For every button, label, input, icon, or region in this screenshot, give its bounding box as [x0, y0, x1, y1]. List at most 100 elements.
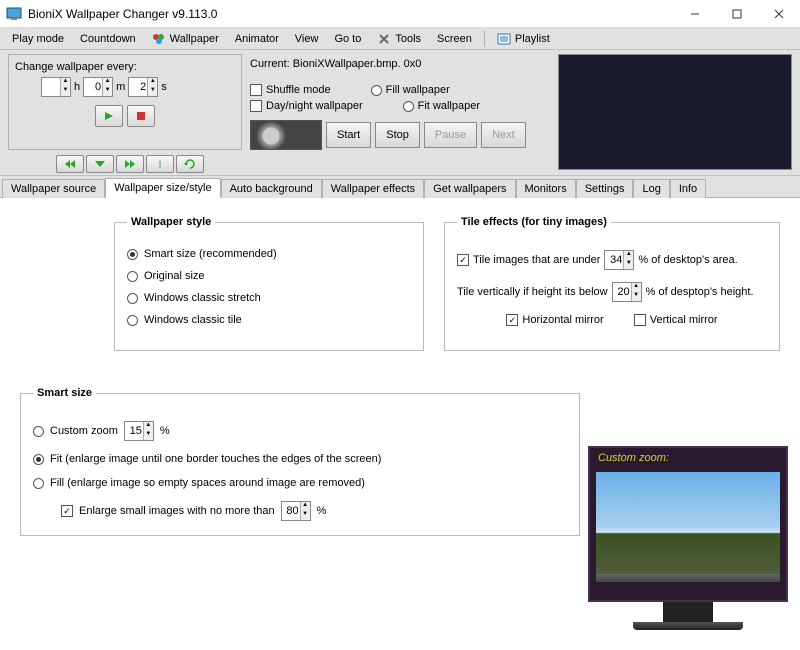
wallpaper-style-group: Wallpaper style Smart size (recommended)… — [114, 216, 424, 351]
smart-fill-label: Fill (enlarge image so empty spaces arou… — [50, 477, 365, 489]
shuffle-checkbox[interactable]: Shuffle mode — [250, 84, 331, 96]
playlist-icon — [497, 32, 511, 46]
menu-playlist[interactable]: Playlist — [489, 30, 558, 48]
tab-wallpaper-size-style[interactable]: Wallpaper size/style — [105, 178, 220, 198]
minutes-label: m — [116, 81, 125, 93]
daynight-checkbox[interactable]: Day/night wallpaper — [250, 100, 363, 112]
tab-info[interactable]: Info — [670, 179, 706, 198]
style-classic-tile-label: Windows classic tile — [144, 314, 242, 326]
app-icon — [6, 6, 22, 22]
tile-effects-legend: Tile effects (for tiny images) — [457, 216, 611, 228]
nav-first-button[interactable] — [56, 155, 84, 173]
vmirror-checkbox[interactable]: Vertical mirror — [634, 314, 718, 326]
menu-play-mode[interactable]: Play mode — [4, 31, 72, 47]
daynight-label: Day/night wallpaper — [266, 100, 363, 112]
menu-animator[interactable]: Animator — [227, 31, 287, 47]
enlarge-checkbox[interactable]: ✓ — [61, 505, 73, 517]
tab-body: Wallpaper style Smart size (recommended)… — [0, 198, 800, 648]
tile-vert-label-b: % of desptop's height. — [646, 286, 754, 298]
monitor-preview: Custom zoom: — [588, 446, 788, 630]
tile-under-label-b: % of desktop's area. — [638, 254, 737, 266]
nav-buttons: ! — [56, 155, 204, 173]
tape-graphic — [250, 120, 322, 150]
menu-tools-label: Tools — [395, 33, 421, 45]
hours-spinner[interactable]: ▲▼ — [41, 77, 71, 97]
style-smart-radio[interactable]: Smart size (recommended) — [127, 248, 411, 260]
tools-icon — [377, 32, 391, 46]
tabs: Wallpaper source Wallpaper size/style Au… — [0, 176, 800, 198]
vmirror-label: Vertical mirror — [650, 314, 718, 326]
hours-label: h — [74, 81, 80, 93]
fit-radio[interactable]: Fit wallpaper — [403, 100, 480, 112]
minutes-spinner[interactable]: ▲▼ — [83, 77, 113, 97]
menu-wallpaper-label: Wallpaper — [170, 33, 219, 45]
style-classic-stretch-radio[interactable]: Windows classic stretch — [127, 292, 411, 304]
maximize-button[interactable] — [716, 0, 758, 28]
tab-wallpaper-source[interactable]: Wallpaper source — [2, 179, 105, 198]
close-button[interactable] — [758, 0, 800, 28]
hmirror-label: Horizontal mirror — [522, 314, 603, 326]
menubar: Play mode Countdown Wallpaper Animator V… — [0, 28, 800, 50]
style-classic-stretch-label: Windows classic stretch — [144, 292, 261, 304]
smart-custom-label: Custom zoom — [50, 425, 118, 437]
smart-custom-spinner[interactable]: ▲▼ — [124, 421, 154, 441]
wallpaper-icon — [152, 32, 166, 46]
nav-last-button[interactable] — [116, 155, 144, 173]
tab-settings[interactable]: Settings — [576, 179, 634, 198]
smart-fit-radio[interactable]: Fit (enlarge image until one border touc… — [33, 453, 567, 465]
smart-size-legend: Smart size — [33, 387, 96, 399]
mid-column: Current: BioniXWallpaper.bmp. 0x0 Shuffl… — [250, 54, 550, 171]
pause-button[interactable]: Pause — [424, 122, 477, 148]
seconds-spinner[interactable]: ▲▼ — [128, 77, 158, 97]
style-smart-label: Smart size (recommended) — [144, 248, 277, 260]
seconds-label: s — [161, 81, 167, 93]
stop-media-button[interactable] — [127, 105, 155, 127]
minimize-button[interactable] — [674, 0, 716, 28]
style-classic-tile-radio[interactable]: Windows classic tile — [127, 314, 411, 326]
fill-label: Fill wallpaper — [386, 84, 450, 96]
play-button[interactable] — [95, 105, 123, 127]
tile-under-label-a: Tile images that are under — [473, 254, 600, 266]
nav-warn-button[interactable]: ! — [146, 155, 174, 173]
nav-refresh-button[interactable] — [176, 155, 204, 173]
tile-under-spinner[interactable]: ▲▼ — [604, 250, 634, 270]
menu-goto[interactable]: Go to — [326, 31, 369, 47]
tab-wallpaper-effects[interactable]: Wallpaper effects — [322, 179, 424, 198]
tab-monitors[interactable]: Monitors — [516, 179, 576, 198]
menu-tools[interactable]: Tools — [369, 30, 429, 48]
start-button[interactable]: Start — [326, 122, 371, 148]
menu-screen[interactable]: Screen — [429, 31, 480, 47]
enlarge-spinner[interactable]: ▲▼ — [281, 501, 311, 521]
monitor-preview-label: Custom zoom: — [598, 452, 669, 464]
style-original-label: Original size — [144, 270, 205, 282]
svg-text:!: ! — [158, 159, 161, 169]
wallpaper-style-legend: Wallpaper style — [127, 216, 215, 228]
menu-view[interactable]: View — [287, 31, 327, 47]
fill-radio[interactable]: Fill wallpaper — [371, 84, 450, 96]
pct-label-1: % — [160, 425, 170, 437]
interval-group: Change wallpaper every: ▲▼ h ▲▼ m ▲▼ s — [8, 54, 242, 150]
pct-label-2: % — [317, 505, 327, 517]
tab-log[interactable]: Log — [633, 179, 669, 198]
smart-size-group: Smart size Custom zoom ▲▼ % Fit (enlarge… — [20, 387, 580, 536]
fit-label: Fit wallpaper — [418, 100, 480, 112]
tile-vert-spinner[interactable]: ▲▼ — [612, 282, 642, 302]
wallpaper-preview — [558, 54, 792, 170]
smart-custom-radio[interactable]: Custom zoom ▲▼ % — [33, 421, 567, 441]
enlarge-label: Enlarge small images with no more than — [79, 505, 275, 517]
style-original-radio[interactable]: Original size — [127, 270, 411, 282]
next-button[interactable]: Next — [481, 122, 526, 148]
smart-fill-radio[interactable]: Fill (enlarge image so empty spaces arou… — [33, 477, 567, 489]
nav-down-button[interactable] — [86, 155, 114, 173]
stop-button[interactable]: Stop — [375, 122, 420, 148]
tab-auto-background[interactable]: Auto background — [221, 179, 322, 198]
interval-label: Change wallpaper every: — [15, 61, 235, 73]
tab-get-wallpapers[interactable]: Get wallpapers — [424, 179, 515, 198]
menu-wallpaper[interactable]: Wallpaper — [144, 30, 227, 48]
menu-countdown[interactable]: Countdown — [72, 31, 144, 47]
tile-vert-label-a: Tile vertically if height its below — [457, 286, 608, 298]
control-panel: Change wallpaper every: ▲▼ h ▲▼ m ▲▼ s C… — [0, 50, 800, 176]
hmirror-checkbox[interactable]: ✓Horizontal mirror — [506, 314, 603, 326]
titlebar: BioniX Wallpaper Changer v9.113.0 — [0, 0, 800, 28]
tile-under-checkbox[interactable]: ✓ — [457, 254, 469, 266]
